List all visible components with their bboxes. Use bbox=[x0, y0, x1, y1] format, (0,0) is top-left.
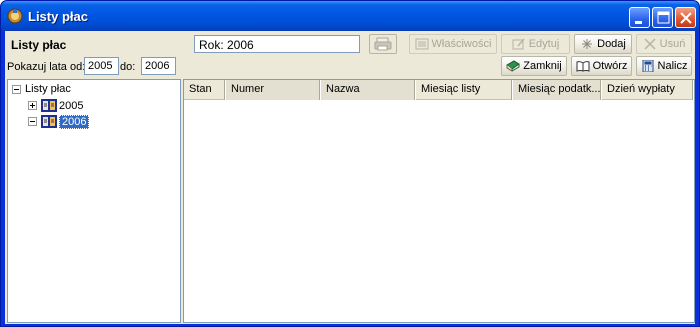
printer-icon bbox=[374, 37, 392, 51]
column-header-nazwa[interactable]: Nazwa bbox=[321, 80, 416, 100]
column-header-dzien-wyplaty[interactable]: Dzień wypłaty bbox=[602, 80, 694, 100]
collapse-icon[interactable] bbox=[28, 117, 37, 126]
column-header-miesiac-listy[interactable]: Miesiąc listy bbox=[416, 80, 513, 100]
tree-item-2005-label: 2005 bbox=[59, 99, 84, 112]
sparkle-add-icon bbox=[582, 39, 593, 49]
years-tree[interactable]: Listy płac 2005 2006 bbox=[7, 79, 181, 323]
years-from-label: Pokazuj lata od: bbox=[7, 61, 86, 73]
window-client-area: Listy płac Rok: 2006 Właściwości Edytuj … bbox=[5, 31, 695, 324]
payroll-folder-icon bbox=[41, 115, 57, 128]
properties-label: Właściwości bbox=[431, 38, 492, 50]
close-list-button[interactable]: Zamknij bbox=[501, 56, 567, 76]
edit-button[interactable]: Edytuj bbox=[501, 34, 570, 54]
edit-icon bbox=[512, 38, 525, 50]
year-to-input[interactable]: 2006 bbox=[141, 57, 176, 75]
delete-label: Usuń bbox=[659, 38, 686, 50]
open-book-icon bbox=[576, 61, 590, 72]
collapse-icon[interactable] bbox=[12, 84, 21, 94]
print-button[interactable] bbox=[369, 34, 397, 54]
window-title: Listy płac bbox=[28, 9, 88, 24]
tree-item-2006[interactable]: 2006 bbox=[28, 114, 90, 129]
calculator-icon bbox=[642, 60, 654, 72]
tree-root[interactable]: Listy płac bbox=[12, 83, 71, 95]
column-header-stan[interactable]: Stan bbox=[184, 80, 226, 100]
maximize-button[interactable] bbox=[652, 7, 673, 28]
properties-button[interactable]: Właściwości bbox=[409, 34, 497, 54]
payroll-list-grid[interactable]: Stan Numer Nazwa Miesiąc listy Miesiąc p… bbox=[183, 79, 695, 323]
book-icon bbox=[506, 60, 521, 72]
grid-header: Stan Numer Nazwa Miesiąc listy Miesiąc p… bbox=[184, 80, 694, 100]
open-button[interactable]: Otwórz bbox=[571, 56, 632, 76]
tree-item-2006-label: 2006 bbox=[59, 114, 90, 129]
tree-item-2005[interactable]: 2005 bbox=[28, 98, 83, 113]
app-icon bbox=[7, 8, 23, 24]
minimize-icon bbox=[635, 21, 642, 24]
add-label: Dodaj bbox=[597, 38, 626, 50]
year-display-field[interactable]: Rok: 2006 bbox=[194, 35, 360, 53]
maximize-icon bbox=[657, 11, 670, 24]
edit-label: Edytuj bbox=[528, 38, 560, 50]
years-to-label: do: bbox=[120, 61, 136, 73]
calculate-button[interactable]: Nalicz bbox=[636, 56, 692, 76]
year-from-input[interactable]: 2005 bbox=[84, 57, 119, 75]
minimize-button[interactable] bbox=[629, 7, 650, 28]
expand-icon[interactable] bbox=[28, 101, 37, 110]
column-header-numer[interactable]: Numer bbox=[226, 80, 321, 100]
close-list-label: Zamknij bbox=[523, 60, 562, 72]
calculate-label: Nalicz bbox=[657, 60, 688, 72]
column-header-miesiac-podatkowy[interactable]: Miesiąc podatk... bbox=[513, 80, 602, 100]
properties-icon bbox=[415, 38, 429, 50]
title-bar[interactable]: Listy płac bbox=[1, 1, 699, 31]
payroll-folder-icon bbox=[41, 99, 57, 112]
delete-button[interactable]: Usuń bbox=[636, 34, 692, 54]
add-button[interactable]: Dodaj bbox=[574, 34, 632, 54]
close-icon bbox=[680, 12, 692, 24]
open-label: Otwórz bbox=[592, 60, 628, 72]
payroll-window: Listy płac Listy płac Rok: 2006 Właściwo… bbox=[0, 0, 700, 327]
close-window-button[interactable] bbox=[675, 7, 696, 28]
tree-root-label: Listy płac bbox=[25, 83, 71, 95]
page-title: Listy płac bbox=[11, 38, 67, 52]
delete-x-icon bbox=[644, 38, 656, 50]
